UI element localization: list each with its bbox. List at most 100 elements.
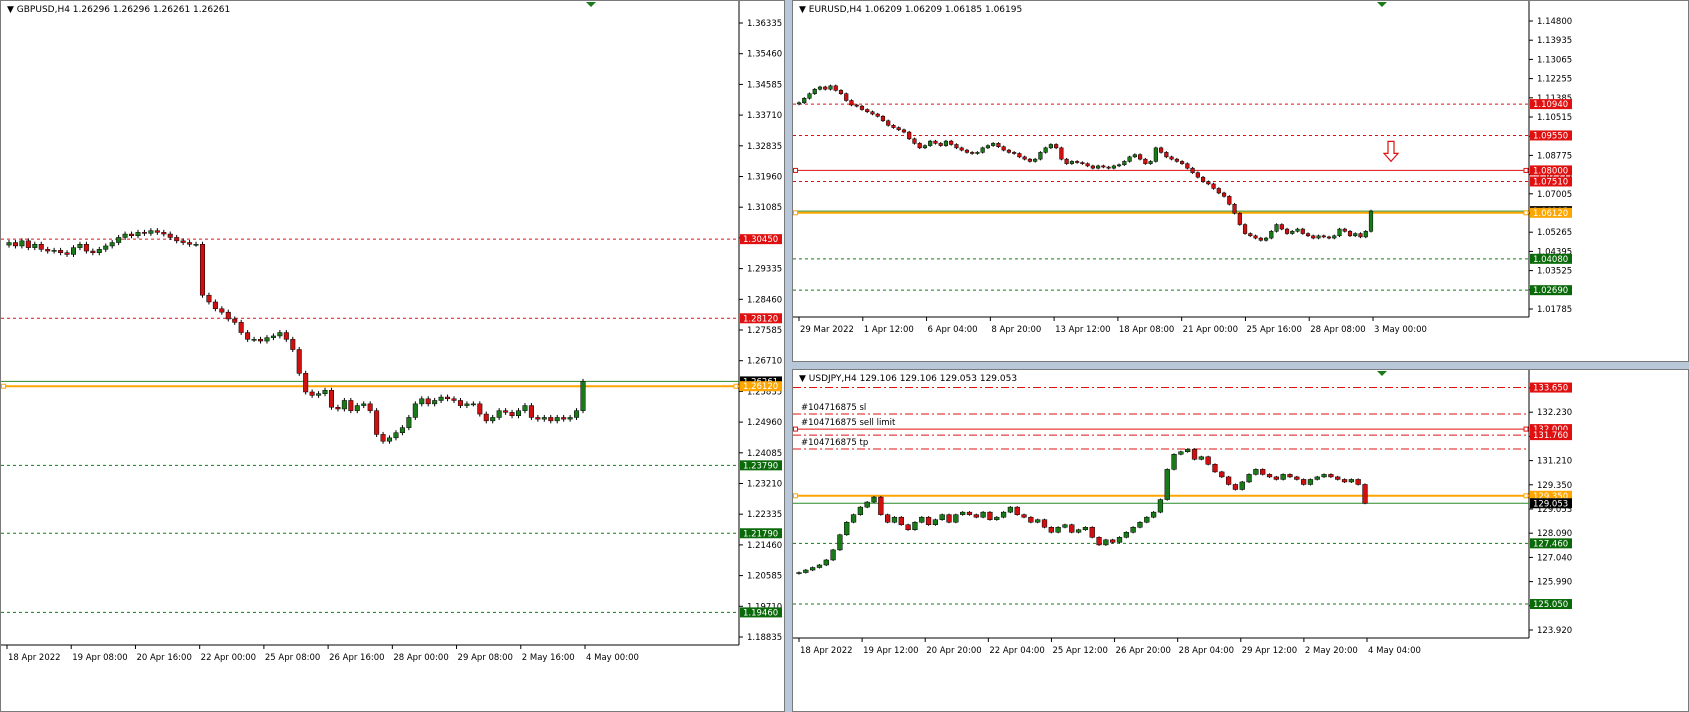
candle-body <box>548 417 554 422</box>
candle-body <box>1295 228 1300 232</box>
candle-body <box>296 349 302 374</box>
chart-window-gbpusd[interactable]: ▼ GBPUSD,H4 1.26296 1.26296 1.26261 1.26… <box>0 0 785 712</box>
time-tick-label: 3 May 00:00 <box>1374 325 1427 335</box>
time-tick-label: 25 Apr 16:00 <box>1246 325 1301 335</box>
candle-body <box>1144 516 1150 523</box>
symbol-header: ▼ GBPUSD,H4 1.26296 1.26296 1.26261 1.26… <box>7 5 230 15</box>
candle-body <box>994 516 1000 520</box>
candle-body <box>896 127 901 131</box>
candle-body <box>980 147 985 153</box>
window-splitter-vertical[interactable] <box>785 0 792 712</box>
usdjpy-chart[interactable]: ▼ USDJPY,H4 129.106 129.106 129.053 129.… <box>793 370 1689 712</box>
candle-body <box>367 403 373 411</box>
candle-body <box>1269 231 1274 239</box>
candle-body <box>823 86 828 90</box>
candle-body <box>975 152 980 154</box>
candle-body <box>1232 484 1239 490</box>
candle-body <box>954 144 959 149</box>
level-anchor-handle[interactable] <box>1523 426 1529 432</box>
candle-body <box>1110 539 1116 543</box>
candle-body <box>959 147 964 151</box>
candle-body <box>1027 158 1032 162</box>
candle-body <box>1195 172 1200 178</box>
candle-body <box>264 337 270 342</box>
time-tick-label: 18 Apr 2022 <box>800 646 853 656</box>
level-anchor-handle[interactable] <box>1523 167 1529 173</box>
candle-body <box>1280 474 1286 480</box>
level-anchor-handle[interactable] <box>793 210 798 216</box>
candle-body <box>1169 156 1174 160</box>
candle-body <box>406 417 412 428</box>
level-anchor-handle[interactable] <box>793 167 798 173</box>
candle-body <box>1242 224 1248 234</box>
price-tick-label: 1.03525 <box>1537 267 1572 277</box>
candle-body <box>477 403 483 415</box>
candle-body <box>1248 233 1253 237</box>
candle-body <box>980 511 986 518</box>
candle-body <box>1143 158 1148 164</box>
time-tick-label: 4 May 00:00 <box>586 653 639 663</box>
candle-body <box>1355 479 1361 485</box>
price-tick-label: 1.27585 <box>747 326 782 336</box>
candle-body <box>380 434 386 442</box>
candle-body <box>1200 176 1206 182</box>
candle-body <box>849 100 854 106</box>
candle-body <box>161 232 167 235</box>
price-level-label: 125.050 <box>1533 600 1568 610</box>
candle-body <box>199 243 205 296</box>
window-splitter-horizontal[interactable] <box>792 362 1689 369</box>
eurusd-chart[interactable]: ▼ EURUSD,H4 1.06209 1.06209 1.06185 1.06… <box>793 1 1689 362</box>
candle-body <box>154 230 160 233</box>
candle-body <box>1342 228 1347 232</box>
level-anchor-handle[interactable] <box>1523 493 1529 499</box>
time-tick-label: 26 Apr 20:00 <box>1116 646 1171 656</box>
candle-body <box>1353 233 1358 237</box>
price-tick-label: 1.07005 <box>1537 190 1572 200</box>
level-anchor-handle[interactable] <box>733 383 739 389</box>
price-level-label: 133.650 <box>1533 384 1568 394</box>
chart-window-usdjpy[interactable]: ▼ USDJPY,H4 129.106 129.106 129.053 129.… <box>792 369 1689 712</box>
candle-body <box>865 109 870 113</box>
level-anchor-handle[interactable] <box>793 493 798 499</box>
chart-shift-marker-icon[interactable] <box>1377 2 1387 7</box>
candle-body <box>807 93 812 99</box>
price-tick-label: 1.24085 <box>747 449 782 459</box>
candle-body <box>1007 506 1014 513</box>
candle-body <box>316 393 322 396</box>
price-tick-label: 1.36335 <box>747 19 782 29</box>
candle-body <box>925 516 932 525</box>
time-tick-label: 28 Apr 04:00 <box>1179 646 1234 656</box>
candle-body <box>328 390 334 408</box>
candle-body <box>816 564 823 568</box>
down-arrow-icon[interactable] <box>1382 140 1400 163</box>
gbpusd-chart[interactable]: ▼ GBPUSD,H4 1.26296 1.26296 1.26261 1.26… <box>1 1 785 712</box>
level-anchor-handle[interactable] <box>1523 210 1529 216</box>
candle-body <box>1311 235 1316 239</box>
candle-body <box>1132 154 1137 158</box>
candle-body <box>928 140 933 146</box>
chart-shift-marker-icon[interactable] <box>586 2 596 7</box>
price-tick-label: 1.32835 <box>747 142 782 152</box>
candle-body <box>1138 154 1143 160</box>
candle-body <box>1294 476 1300 480</box>
candle-body <box>1225 476 1232 485</box>
candle-body <box>885 514 891 523</box>
candle-body <box>1321 235 1326 238</box>
candle-body <box>1368 210 1374 232</box>
candle-body <box>361 403 367 406</box>
symbol-header: ▼ EURUSD,H4 1.06209 1.06209 1.06185 1.06… <box>799 5 1022 15</box>
candle-body <box>1363 231 1368 238</box>
time-tick-label: 22 Apr 00:00 <box>201 653 256 663</box>
candle-body <box>561 417 567 420</box>
candle-body <box>1054 144 1059 149</box>
candle-body <box>796 572 802 574</box>
level-anchor-handle[interactable] <box>1 383 6 389</box>
chart-window-eurusd[interactable]: ▼ EURUSD,H4 1.06209 1.06209 1.06185 1.06… <box>792 0 1689 362</box>
chart-shift-marker-icon[interactable] <box>1377 371 1387 376</box>
time-tick-label: 8 Apr 20:00 <box>991 325 1041 335</box>
level-anchor-handle[interactable] <box>793 426 798 432</box>
time-tick-label: 29 Apr 08:00 <box>458 653 513 663</box>
candle-body <box>1227 196 1232 205</box>
order-annotation: #104716875 sl <box>801 403 866 413</box>
candle-body <box>1069 161 1074 164</box>
